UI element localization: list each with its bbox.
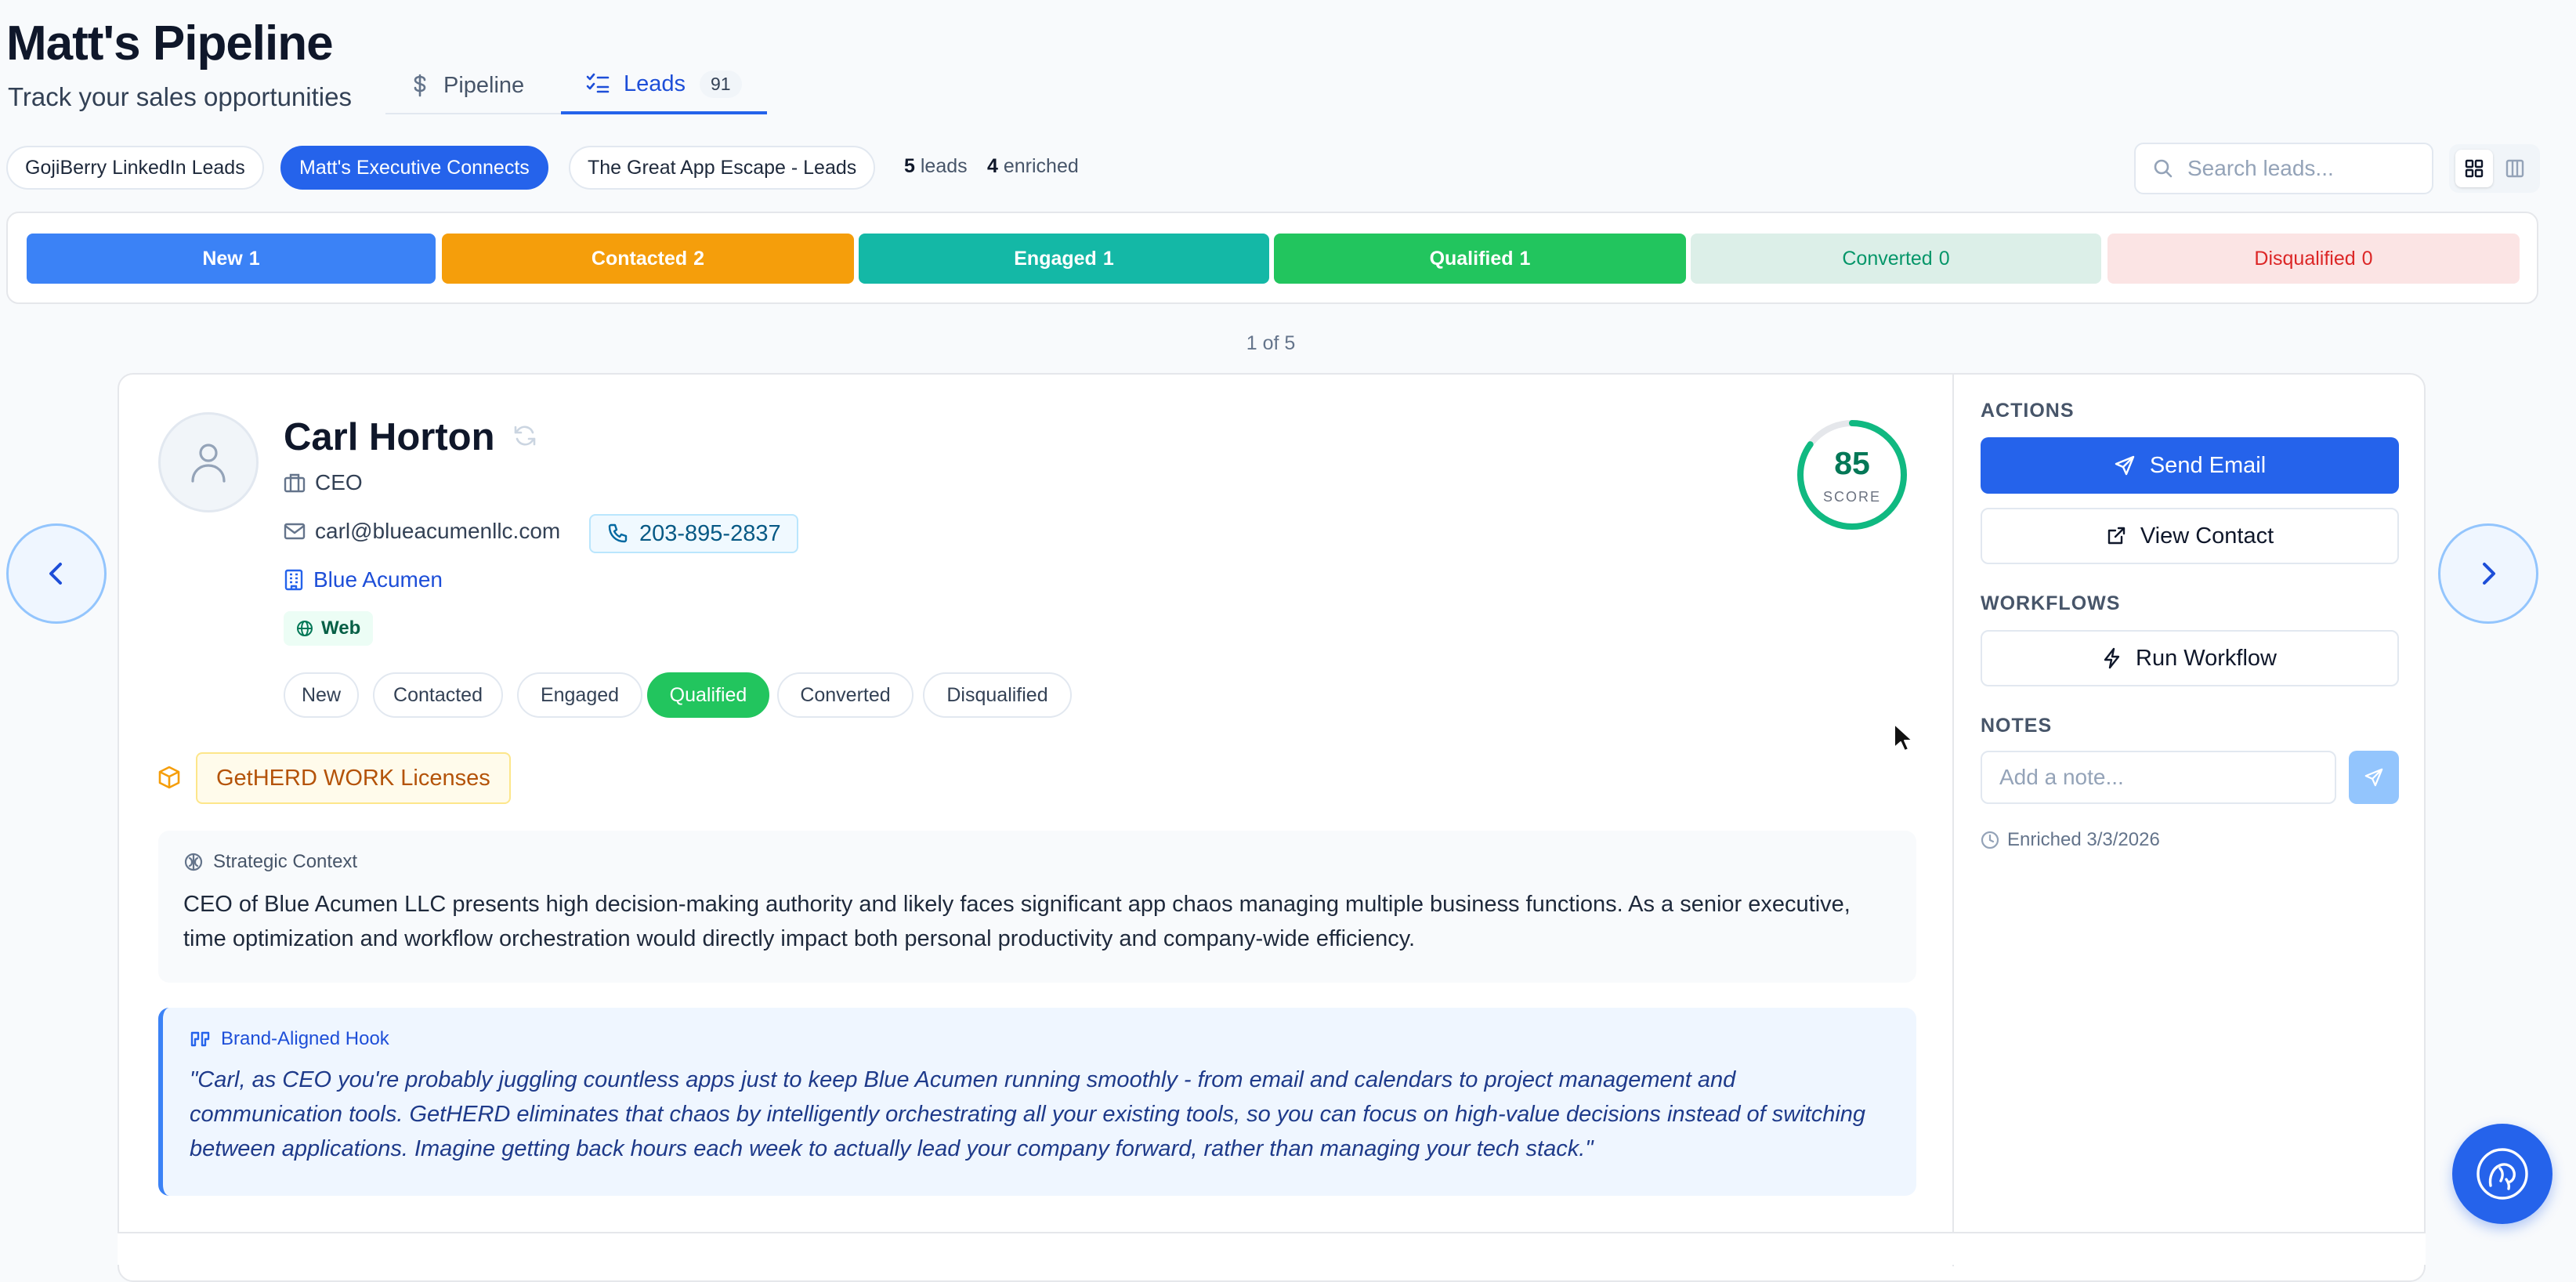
source-badge: Web xyxy=(284,611,374,646)
mail-icon xyxy=(284,523,306,540)
stage-contacted[interactable]: Contacted 2 xyxy=(442,234,854,284)
status-contacted[interactable]: Contacted xyxy=(373,672,503,718)
list-check-icon xyxy=(586,73,610,95)
enriched-count: 4 enriched xyxy=(987,155,1079,177)
stage-qualified[interactable]: Qualified 1 xyxy=(1274,234,1686,284)
dollar-icon xyxy=(411,74,429,97)
actions-section-label: ACTIONS xyxy=(1981,400,2075,422)
globe-icon xyxy=(296,620,313,637)
search-box xyxy=(2134,143,2433,194)
avatar xyxy=(158,412,259,512)
view-toggle xyxy=(2449,144,2540,193)
lead-email: carl@blueacumenllc.com xyxy=(315,519,561,543)
tab-pipeline[interactable]: Pipeline xyxy=(385,56,549,114)
send-icon xyxy=(2364,767,2384,788)
product-tag: GetHERD WORK Licenses xyxy=(196,752,511,804)
status-converted[interactable]: Converted xyxy=(777,672,914,718)
send-email-label: Send Email xyxy=(2149,452,2267,478)
leads-count: 5 leads xyxy=(904,155,968,177)
user-icon xyxy=(188,440,229,484)
notes-section-label: NOTES xyxy=(1981,715,2053,737)
enriched-date-text: Enriched 3/3/2026 xyxy=(2007,829,2160,850)
assistant-fab-button[interactable] xyxy=(2452,1124,2552,1224)
brand-hook-title: Brand-Aligned Hook xyxy=(221,1028,389,1049)
search-icon xyxy=(2153,158,2173,179)
strategic-context-title: Strategic Context xyxy=(213,851,358,872)
column-view-button[interactable] xyxy=(2496,150,2534,187)
quote-icon xyxy=(190,1030,212,1048)
card-footer xyxy=(118,1232,2426,1265)
status-new[interactable]: New xyxy=(284,672,359,718)
note-input[interactable] xyxy=(1981,751,2336,804)
brand-hook-panel: Brand-Aligned Hook "Carl, as CEO you're … xyxy=(158,1008,1916,1196)
refresh-button[interactable] xyxy=(512,423,537,448)
status-disqualified[interactable]: Disqualified xyxy=(923,672,1072,718)
next-lead-button[interactable] xyxy=(2438,523,2538,624)
lead-email-link[interactable]: carl@blueacumenllc.com xyxy=(284,519,560,544)
chevron-right-icon xyxy=(2473,558,2504,589)
briefcase-icon xyxy=(284,473,306,493)
lead-name: Carl Horton xyxy=(284,416,495,458)
send-icon xyxy=(2114,454,2136,476)
add-note-button[interactable] xyxy=(2349,751,2399,804)
grid-icon xyxy=(2464,158,2484,179)
assistant-logo-icon xyxy=(2473,1145,2531,1203)
lead-phone-button[interactable]: 203-895-2837 xyxy=(589,514,798,553)
stage-new[interactable]: New 1 xyxy=(27,234,436,284)
enriched-date: Enriched 3/3/2026 xyxy=(1981,829,2160,851)
refresh-icon xyxy=(512,423,537,448)
package-icon xyxy=(157,765,182,790)
tab-leads[interactable]: Leads 91 xyxy=(561,56,767,114)
lead-company: Blue Acumen xyxy=(313,567,443,592)
source-label: Web xyxy=(321,617,361,639)
phone-icon xyxy=(606,523,628,545)
strategic-context-panel: Strategic Context CEO of Blue Acumen LLC… xyxy=(158,831,1916,983)
mouse-cursor-icon xyxy=(1893,722,1913,752)
stage-disqualified[interactable]: Disqualified 0 xyxy=(2107,234,2520,284)
stage-summary-bar: New 1 Contacted 2 Engaged 1 Qualified 1 Conv… xyxy=(6,212,2538,304)
leads-count-badge: 91 xyxy=(700,70,742,98)
lead-company-link[interactable]: Blue Acumen xyxy=(284,567,443,592)
tab-leads-label: Leads xyxy=(624,71,686,96)
run-workflow-button[interactable]: Run Workflow xyxy=(1981,630,2399,686)
score-label: SCORE xyxy=(1822,489,1881,505)
lead-phone: 203-895-2837 xyxy=(639,520,781,546)
lightning-icon xyxy=(2103,647,2122,669)
pagination-counter: 1 of 5 xyxy=(1246,332,1296,354)
building-icon xyxy=(284,569,304,591)
lead-title-row: CEO xyxy=(284,470,363,495)
external-link-icon xyxy=(2106,526,2126,546)
run-workflow-label: Run Workflow xyxy=(2136,645,2277,671)
chip-gojiberry-leads[interactable]: GojiBerry LinkedIn Leads xyxy=(6,146,264,190)
strategic-context-text: CEO of Blue Acumen LLC presents high dec… xyxy=(183,892,1851,951)
clock-icon xyxy=(1981,831,1999,849)
chevron-left-icon xyxy=(41,558,72,589)
status-engaged[interactable]: Engaged xyxy=(517,672,642,718)
grid-view-button[interactable] xyxy=(2455,150,2493,187)
view-contact-label: View Contact xyxy=(2140,523,2274,549)
stage-engaged[interactable]: Engaged 1 xyxy=(859,234,1269,284)
tab-pipeline-label: Pipeline xyxy=(443,72,525,98)
lead-title: CEO xyxy=(315,470,363,494)
send-email-button[interactable]: Send Email xyxy=(1981,437,2399,494)
columns-icon xyxy=(2505,158,2525,179)
chip-executive-connects[interactable]: Matt's Executive Connects xyxy=(280,146,548,190)
status-qualified[interactable]: Qualified xyxy=(647,672,769,718)
search-input[interactable] xyxy=(2186,155,2421,182)
brain-icon xyxy=(183,852,204,872)
brand-hook-text: "Carl, as CEO you're probably juggling c… xyxy=(190,1067,1866,1161)
card-divider xyxy=(1952,373,1954,1266)
previous-lead-button[interactable] xyxy=(6,523,107,624)
lead-score: 85 xyxy=(1834,445,1870,481)
chip-app-escape-leads[interactable]: The Great App Escape - Leads xyxy=(569,146,876,190)
page-subtitle: Track your sales opportunities xyxy=(8,82,352,111)
page-title: Matt's Pipeline xyxy=(6,16,334,71)
view-contact-button[interactable]: View Contact xyxy=(1981,508,2399,564)
stage-converted[interactable]: Converted 0 xyxy=(1691,234,2101,284)
workflows-section-label: WORKFLOWS xyxy=(1981,592,2121,614)
